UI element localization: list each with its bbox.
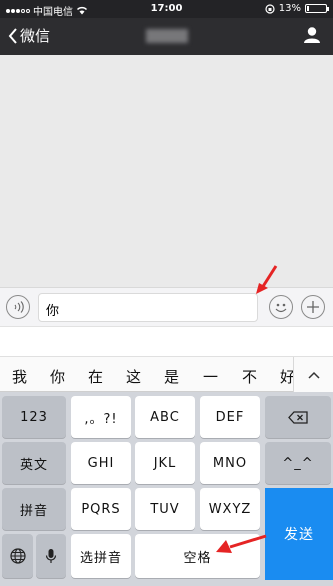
battery-fill bbox=[307, 6, 309, 11]
candidate-item[interactable]: 一 bbox=[203, 366, 218, 387]
backspace-icon bbox=[288, 410, 308, 424]
candidate-item[interactable]: 是 bbox=[164, 366, 179, 387]
chevron-up-icon bbox=[307, 371, 320, 379]
key-wxyz[interactable]: WXYZ bbox=[200, 488, 260, 530]
key-pqrs[interactable]: PQRS bbox=[71, 488, 131, 530]
chat-info-button[interactable] bbox=[303, 26, 321, 48]
key-english[interactable]: 英文 bbox=[2, 442, 66, 484]
voice-icon bbox=[14, 301, 24, 313]
nav-bar: 微信 bbox=[0, 18, 333, 55]
annotation-arrow-space bbox=[216, 534, 267, 553]
annotation-arrow-input bbox=[256, 265, 278, 294]
emoji-button[interactable] bbox=[269, 295, 293, 319]
chat-title-blurred bbox=[146, 29, 188, 43]
key-123[interactable]: 123 bbox=[2, 396, 66, 438]
message-input-bar: 你 bbox=[0, 265, 333, 326]
status-right: 13% bbox=[265, 3, 329, 14]
keyboard: 123 ,。?! ABC DEF 英文 GHI JKL MNO ^_^ 拼音 P… bbox=[0, 392, 333, 586]
key-def[interactable]: DEF bbox=[200, 396, 260, 438]
chat-message-area[interactable] bbox=[0, 55, 333, 287]
key-abc[interactable]: ABC bbox=[135, 396, 195, 438]
candidate-item[interactable]: 我 bbox=[12, 366, 27, 387]
back-label: 微信 bbox=[20, 27, 51, 45]
keyboard-top-spacer bbox=[0, 326, 333, 356]
battery-percent: 13% bbox=[278, 3, 301, 14]
user-icon bbox=[304, 27, 320, 43]
voice-button[interactable] bbox=[6, 295, 30, 319]
candidate-item[interactable]: 在 bbox=[88, 366, 103, 387]
candidate-item[interactable]: 不 bbox=[242, 366, 257, 387]
emoji-icon bbox=[275, 303, 287, 313]
key-select-pinyin[interactable]: 选拼音 bbox=[71, 534, 131, 578]
candidate-item[interactable]: 这 bbox=[126, 366, 141, 387]
candidate-item[interactable]: 你 bbox=[50, 366, 65, 387]
message-input[interactable]: 你 bbox=[38, 293, 258, 322]
globe-icon bbox=[9, 548, 26, 564]
key-ghi[interactable]: GHI bbox=[71, 442, 131, 484]
key-pinyin[interactable]: 拼音 bbox=[2, 488, 66, 530]
microphone-icon bbox=[45, 549, 57, 563]
key-backspace[interactable] bbox=[265, 396, 331, 438]
key-globe[interactable] bbox=[2, 534, 33, 578]
status-bar: 中国电信 17:00 13% bbox=[0, 0, 333, 18]
key-emoticon[interactable]: ^_^ bbox=[265, 442, 331, 484]
orientation-lock-icon bbox=[265, 3, 275, 14]
key-mno[interactable]: MNO bbox=[200, 442, 260, 484]
ime-candidate-bar: 我 你 在 这 是 一 不 好 bbox=[0, 356, 333, 392]
chevron-left-icon bbox=[8, 27, 17, 44]
key-jkl[interactable]: JKL bbox=[135, 442, 195, 484]
send-button[interactable]: 发送 bbox=[265, 488, 333, 580]
back-button[interactable]: 微信 bbox=[8, 25, 50, 46]
battery-icon bbox=[305, 4, 329, 13]
key-tuv[interactable]: TUV bbox=[135, 488, 195, 530]
key-voice-input[interactable] bbox=[36, 534, 66, 578]
plus-icon bbox=[307, 301, 319, 313]
candidate-expand-button[interactable] bbox=[293, 357, 333, 392]
more-button[interactable] bbox=[301, 295, 325, 319]
key-punctuation[interactable]: ,。?! bbox=[71, 396, 131, 438]
